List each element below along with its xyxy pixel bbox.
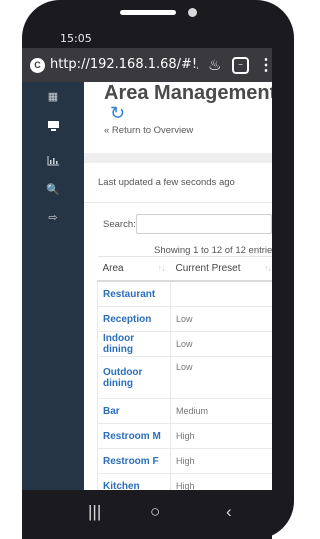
refresh-icon[interactable]: ↻	[110, 103, 125, 124]
sidebar: ▦ 🔍 ⇨	[22, 82, 84, 490]
recent-apps-icon[interactable]: |||	[88, 502, 101, 522]
sidebar-item-charts[interactable]	[22, 146, 84, 174]
status-bar: 15:05	[22, 0, 294, 45]
android-nav-bar: ||| ○ ‹	[22, 490, 272, 539]
table-row: Restaurant	[97, 281, 272, 307]
table-row: Bar Medium	[97, 398, 272, 424]
sort-icon: ↑↓	[264, 263, 272, 273]
preset-value: Low	[170, 306, 272, 332]
area-link[interactable]: Kitchen	[97, 473, 171, 490]
sidebar-item-dashboard[interactable]: ▦	[22, 82, 84, 110]
area-link[interactable]: Restroom M	[97, 423, 171, 449]
table-row: Indoor dining Low	[97, 331, 272, 357]
preset-value: High	[170, 473, 272, 490]
sidebar-item-monitor[interactable]	[22, 112, 84, 140]
return-to-overview-link[interactable]: « Return to Overview	[104, 125, 193, 136]
table-info: Showing 1 to 12 of 12 entries	[154, 245, 272, 256]
browser-url-bar: C http://192.168.1.68/#!/( ♨ − ⋮	[22, 48, 274, 82]
monitor-icon	[47, 121, 59, 131]
status-time: 15:05	[60, 32, 92, 45]
table-row: Restroom F High	[97, 448, 272, 474]
column-header-current-preset[interactable]: Current Preset ↑↓	[170, 256, 272, 282]
table-row: Outdoor dining Low	[97, 356, 272, 399]
table-header-row: Area ↑↓ Current Preset ↑↓	[97, 256, 272, 282]
page-title: Area Management	[104, 82, 272, 104]
chart-icon	[47, 155, 59, 165]
preset-value: High	[170, 423, 272, 449]
table-row: Restroom M High	[97, 423, 272, 449]
url-text[interactable]: http://192.168.1.68/#!/(	[50, 57, 198, 72]
preset-value	[170, 281, 272, 307]
area-link[interactable]: Restaurant	[97, 281, 171, 307]
search-input[interactable]	[136, 214, 272, 234]
separator-line	[84, 202, 272, 203]
area-table: Area ↑↓ Current Preset ↑↓ Restaurant Recep…	[97, 256, 272, 490]
area-link[interactable]: Bar	[97, 398, 171, 424]
area-link[interactable]: Reception	[97, 306, 171, 332]
table-row: Reception Low	[97, 306, 272, 332]
preset-value: Low	[170, 331, 272, 357]
tabs-icon[interactable]: −	[232, 57, 249, 74]
area-link[interactable]: Outdoor dining	[97, 356, 171, 399]
area-link[interactable]: Restroom F	[97, 448, 171, 474]
sidebar-item-logout[interactable]: ⇨	[22, 203, 84, 231]
area-link[interactable]: Indoor dining	[97, 331, 171, 357]
phone-search-icon: 🔍	[46, 183, 60, 196]
menu-dots-icon[interactable]: ⋮	[258, 55, 274, 75]
preset-value: High	[170, 448, 272, 474]
preset-value: Medium	[170, 398, 272, 424]
sidebar-item-devices[interactable]: 🔍	[22, 175, 84, 203]
main-content: Area Management ↻ « Return to Overview L…	[84, 82, 272, 490]
home-icon[interactable]: ○	[150, 502, 160, 522]
back-icon[interactable]: ‹	[226, 502, 232, 522]
column-header-area[interactable]: Area ↑↓	[97, 256, 171, 282]
brave-icon[interactable]: ♨	[208, 56, 221, 74]
sort-icon: ↑↓	[157, 263, 166, 273]
last-updated-text: Last updated a few seconds ago	[98, 177, 235, 188]
logout-icon: ⇨	[48, 211, 58, 224]
site-info-icon[interactable]: C	[30, 58, 45, 73]
search-label: Search:	[103, 219, 136, 230]
table-row: Kitchen High	[97, 473, 272, 490]
grid-icon: ▦	[47, 90, 59, 103]
section-divider	[84, 153, 272, 163]
preset-value: Low	[170, 356, 272, 399]
